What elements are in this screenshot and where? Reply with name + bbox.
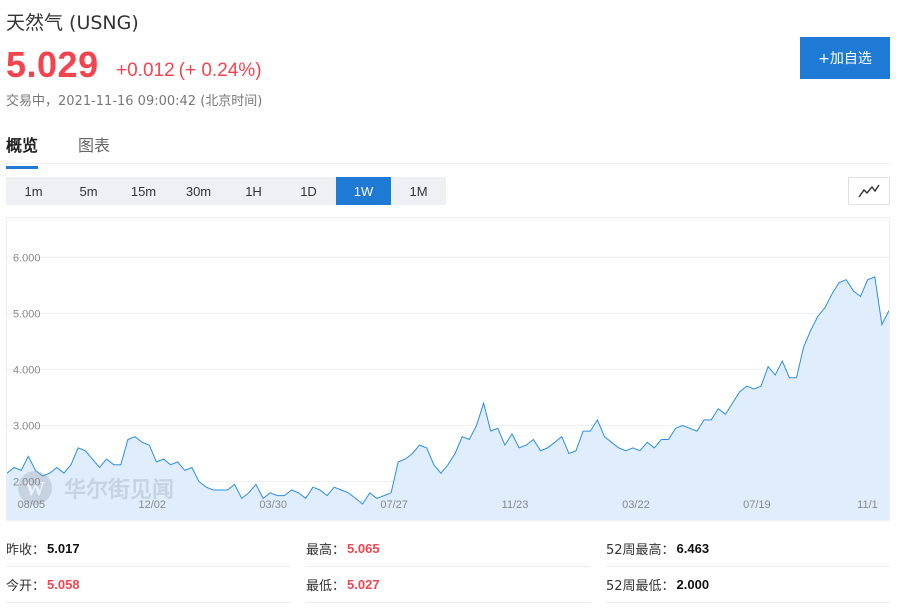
tab-chart[interactable]: 图表 <box>78 132 110 166</box>
trading-status: 交易中，2021-11-16 09:00:42 (北京时间) <box>6 94 263 109</box>
stat-low: 最低： 5.027 <box>306 567 591 603</box>
stat-52w-high: 52周最高： 6.463 <box>606 531 890 567</box>
y-tick-label: 4.000 <box>13 364 41 376</box>
stat-label: 52周最低： <box>606 579 675 594</box>
stat-value: 5.058 <box>47 577 80 592</box>
y-tick-label: 5.000 <box>13 308 41 320</box>
stat-label: 52周最高： <box>606 543 675 558</box>
period-1w[interactable]: 1W <box>336 177 391 205</box>
add-to-watchlist-button[interactable]: +加自选 <box>800 37 890 79</box>
change-percent: (+ 0.24%) <box>178 60 262 81</box>
x-tick-label: 07/27 <box>380 499 408 511</box>
stat-value: 5.017 <box>47 541 80 556</box>
y-tick-label: 2.000 <box>13 477 41 489</box>
period-15m[interactable]: 15m <box>116 177 171 205</box>
x-tick-label: 07/19 <box>743 499 771 511</box>
stat-prev-close: 昨收： 5.017 <box>6 531 291 567</box>
stat-high: 最高： 5.065 <box>306 531 591 567</box>
period-5m[interactable]: 5m <box>61 177 116 205</box>
chart-type-button[interactable] <box>848 177 890 205</box>
tab-overview[interactable]: 概览 <box>6 132 39 169</box>
x-tick-label: 03/30 <box>259 499 287 511</box>
period-1d[interactable]: 1D <box>281 177 336 205</box>
stat-label: 今开： <box>6 579 46 594</box>
period-selector: 1m 5m 15m 30m 1H 1D 1W 1M <box>6 177 446 205</box>
stat-label: 最高： <box>306 543 346 558</box>
price-change: +0.012 (+ 0.24%) <box>116 60 266 82</box>
change-value: +0.012 <box>116 60 175 81</box>
x-tick-label: 12/02 <box>138 499 166 511</box>
tab-bar: 概览 图表 <box>6 122 890 169</box>
x-tick-label: 03/22 <box>622 499 650 511</box>
x-tick-label: 11/1 <box>857 499 878 511</box>
stat-value: 5.065 <box>347 541 380 556</box>
period-1m[interactable]: 1m <box>6 177 61 205</box>
price-chart[interactable]: W 华尔街见闻 2.000 3.000 4.000 5.000 6.000 08/05 12… <box>6 217 890 521</box>
stat-52w-low: 52周最低： 2.000 <box>606 567 890 603</box>
y-tick-label: 3.000 <box>13 420 41 432</box>
y-tick-label: 6.000 <box>13 252 41 264</box>
stat-value: 5.027 <box>347 577 380 592</box>
x-tick-label: 11/23 <box>502 499 529 511</box>
stat-label: 最低： <box>306 579 346 594</box>
period-1h[interactable]: 1H <box>226 177 281 205</box>
last-price: 5.029 <box>6 44 99 85</box>
stat-open: 今开： 5.058 <box>6 567 291 603</box>
price-chart-svg: W 华尔街见闻 2.0003.0004.0005.0006.00008/05 12… <box>7 252 889 520</box>
instrument-title: 天然气 (USNG) <box>6 12 139 34</box>
stat-value: 2.000 <box>676 577 710 592</box>
period-30m[interactable]: 30m <box>171 177 226 205</box>
stat-value: 6.463 <box>676 541 710 556</box>
line-chart-icon <box>858 184 880 198</box>
period-1month[interactable]: 1M <box>391 177 446 205</box>
stat-label: 昨收： <box>6 543 46 558</box>
x-tick-label: 08/05 <box>18 499 46 511</box>
